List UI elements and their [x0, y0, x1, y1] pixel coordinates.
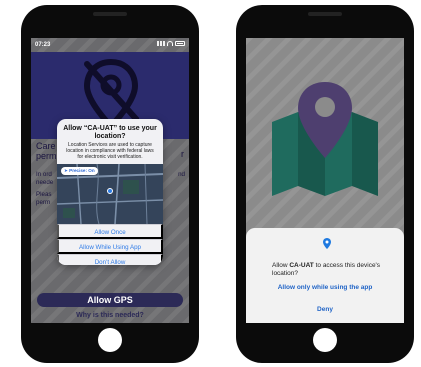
home-button[interactable]	[98, 328, 122, 352]
allow-gps-button[interactable]: Allow GPS	[37, 293, 183, 307]
page-heading-fragment: Care perm	[36, 141, 57, 161]
phone-notch	[93, 12, 127, 16]
why-needed-link[interactable]: Why is this needed?	[31, 312, 189, 319]
map-location-icon	[272, 82, 378, 196]
battery-icon	[175, 41, 185, 46]
android-permission-sheet: Allow CA-UAT to access this device's loc…	[246, 228, 404, 323]
status-bar: 07:23	[35, 41, 185, 51]
page-paragraph-fragment-2: Pleas perm	[36, 191, 52, 206]
signal-icon	[157, 41, 165, 46]
deny-option[interactable]: Deny	[246, 306, 404, 313]
location-map-preview: ➤ Precise: On	[57, 164, 163, 225]
dont-allow-button[interactable]: Don’t Allow	[57, 254, 163, 265]
page-paragraph-fragment-right: nd	[178, 171, 185, 178]
phone-notch	[308, 12, 342, 16]
location-permission-dialog: Allow “CA-UAT” to use your location? Loc…	[57, 119, 163, 265]
page-paragraph-fragment: In ord neede	[36, 171, 54, 186]
phone-ios: 07:23 Care perm In ord neede Pleas perm …	[21, 5, 199, 363]
location-pin-icon	[323, 238, 331, 249]
status-time: 07:23	[35, 42, 51, 48]
dialog-title: Allow “CA-UAT” to use your location?	[63, 125, 157, 140]
page-heading-fragment-right: r	[181, 149, 184, 159]
permission-question: Allow CA-UAT to access this device's loc…	[272, 262, 381, 277]
dialog-body: Location Services are used to capture lo…	[66, 142, 154, 160]
precise-toggle[interactable]: ➤ Precise: On	[61, 167, 98, 176]
allow-while-using-button[interactable]: Allow While Using App	[57, 239, 163, 255]
wifi-icon	[167, 41, 173, 46]
android-screen: Allow CA-UAT to access this device's loc…	[246, 38, 404, 323]
allow-once-button[interactable]: Allow Once	[57, 224, 163, 240]
phone-android: Allow CA-UAT to access this device's loc…	[236, 5, 414, 363]
home-button[interactable]	[313, 328, 337, 352]
ios-screen: 07:23 Care perm In ord neede Pleas perm …	[31, 38, 189, 323]
status-icons	[157, 41, 185, 46]
allow-while-using-option[interactable]: Allow only while using the app	[246, 284, 404, 291]
